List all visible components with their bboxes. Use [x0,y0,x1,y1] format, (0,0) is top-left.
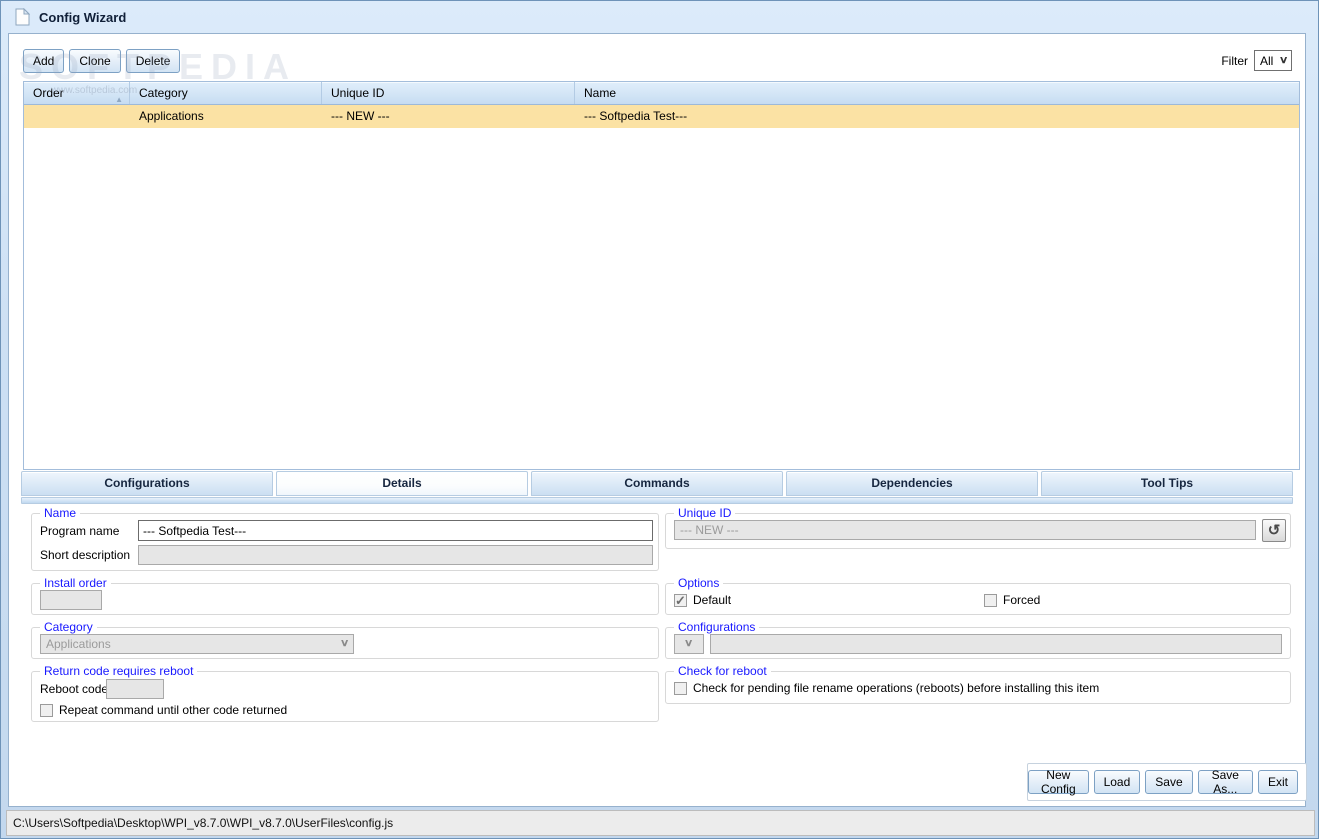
configurations-field [710,634,1282,654]
cell-category: Applications [139,109,204,123]
configurations-legend: Configurations [674,620,760,634]
delete-button[interactable]: Delete [125,49,181,73]
unique-id-field: --- NEW --- [674,520,1256,540]
filter-control: Filter All ∨ [1221,50,1292,71]
filter-select[interactable]: All ∨ [1254,50,1292,71]
reboot-code-label: Reboot code [40,682,109,696]
regenerate-id-button[interactable]: ↺ [1262,519,1286,542]
category-selected-value: Applications [46,637,111,651]
return-code-legend: Return code requires reboot [40,664,198,678]
tab-bar: Configurations Details Commands Dependen… [21,471,1293,496]
column-header-unique-id[interactable]: Unique ID [322,82,575,104]
forced-checkbox-label: Forced [1003,593,1041,607]
document-icon [15,8,30,26]
sort-ascending-icon: ▲ [115,95,123,104]
cell-unique-id: --- NEW --- [331,109,390,123]
check-reboot-group: Check for reboot Check for pending file … [665,664,1291,704]
save-button[interactable]: Save [1145,770,1193,794]
config-wizard-window: Config Wizard SOFTPEDIA www.softpedia.co… [0,0,1319,839]
forced-checkbox[interactable] [984,593,997,607]
grid-header: Order ▲ Category Unique ID Name [24,82,1299,105]
options-legend: Options [674,576,724,590]
category-select[interactable]: Applications ∨ [40,634,354,654]
main-panel: SOFTPEDIA www.softpedia.com Add Clone De… [8,33,1307,807]
refresh-icon: ↺ [1267,522,1281,539]
unique-id-legend: Unique ID [674,506,736,520]
tab-dependencies[interactable]: Dependencies [786,471,1038,496]
exit-button[interactable]: Exit [1257,770,1298,794]
repeat-command-checkbox[interactable] [40,703,53,717]
titlebar[interactable]: Config Wizard [1,1,1318,33]
default-checkbox-label: Default [693,593,732,607]
column-header-order[interactable]: Order ▲ [24,82,130,104]
new-config-button[interactable]: New Config [1028,768,1089,796]
status-bar: C:\Users\Softpedia\Desktop\WPI_v8.7.0\WP… [6,810,1315,836]
short-description-label: Short description [40,548,131,562]
save-as-button[interactable]: Save As... [1197,768,1253,796]
column-header-category[interactable]: Category [130,82,322,104]
short-description-field [138,545,653,565]
chevron-down-icon: ∨ [1278,54,1289,66]
install-order-field [40,590,102,610]
chevron-down-icon: ∨ [684,638,694,649]
default-checkbox[interactable] [674,593,687,609]
configurations-group: Configurations ∨ [665,620,1291,659]
check-reboot-legend: Check for reboot [674,664,771,678]
table-row[interactable]: Applications --- NEW --- --- Softpedia T… [24,105,1299,128]
clone-button[interactable]: Clone [69,49,121,73]
name-group: Name Program name Short description [31,506,659,571]
return-code-group: Return code requires reboot Reboot code … [31,664,659,722]
tab-strip [21,497,1293,504]
column-header-name[interactable]: Name [575,82,1299,104]
add-button[interactable]: Add [23,49,65,73]
cell-name: --- Softpedia Test--- [584,109,688,123]
repeat-command-label: Repeat command until other code returned [59,703,288,717]
name-group-legend: Name [40,506,81,520]
program-name-input[interactable] [138,520,653,541]
filter-label: Filter [1221,53,1248,68]
footer-button-panel: New Config Load Save Save As... Exit [1027,763,1307,801]
filter-selected-value: All [1260,53,1274,68]
category-legend: Category [40,620,97,634]
configurations-dropdown-button[interactable]: ∨ [674,634,704,654]
pending-rename-label: Check for pending file rename operations… [693,681,1100,695]
items-grid: Order ▲ Category Unique ID Name Applicat… [23,81,1300,470]
program-name-label: Program name [40,523,120,538]
tab-commands[interactable]: Commands [531,471,783,496]
config-file-path: C:\Users\Softpedia\Desktop\WPI_v8.7.0\WP… [13,816,394,830]
category-group: Category Applications ∨ [31,620,659,659]
toolbar: Add Clone Delete [23,49,181,73]
install-order-group: Install order [31,576,659,615]
chevron-down-icon: ∨ [339,638,350,649]
tab-configurations[interactable]: Configurations [21,471,273,496]
tab-tool-tips[interactable]: Tool Tips [1041,471,1293,496]
unique-id-group: Unique ID --- NEW --- ↺ [665,506,1291,549]
window-title: Config Wizard [39,9,127,25]
load-button[interactable]: Load [1093,770,1141,794]
tab-details[interactable]: Details [276,471,528,496]
pending-rename-checkbox[interactable] [674,681,687,695]
install-order-legend: Install order [40,576,111,590]
reboot-code-field [106,679,164,699]
options-group: Options Default Forced [665,576,1291,615]
